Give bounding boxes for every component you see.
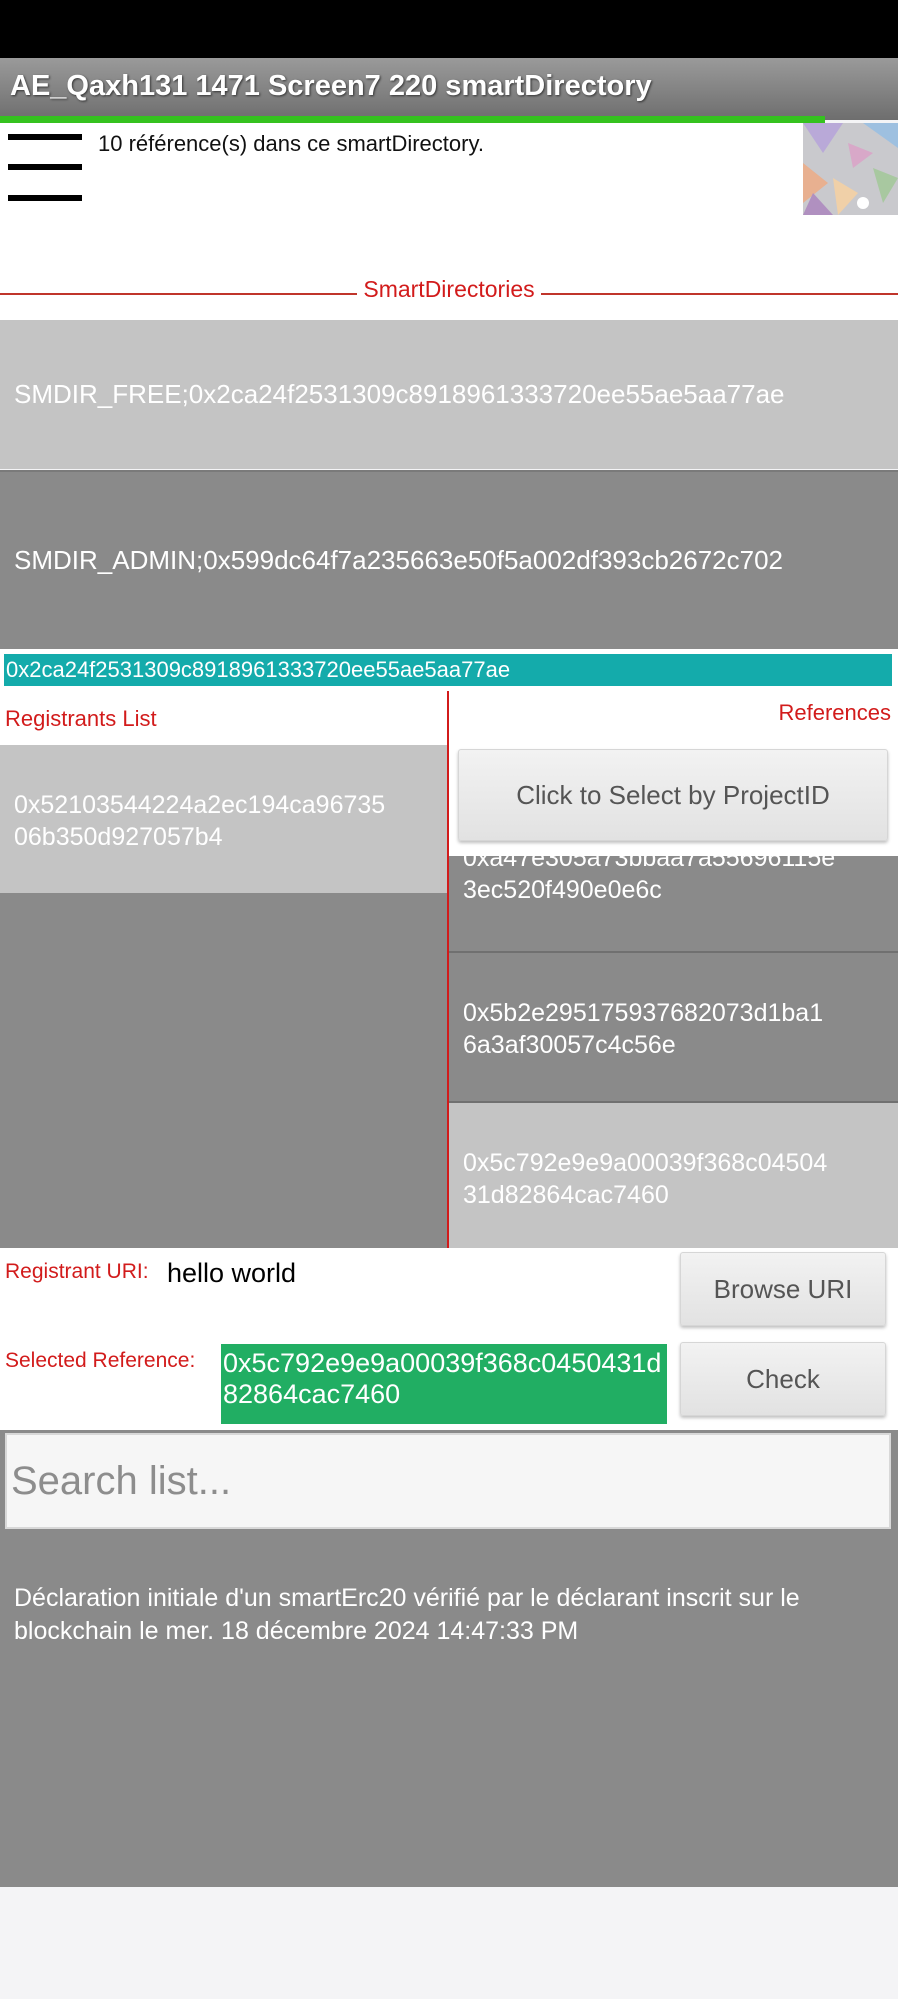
- reference-item[interactable]: 0xa47e305a73bbaa7a55696115e 3ec520f490e0…: [449, 856, 898, 951]
- status-bar: [0, 0, 898, 58]
- app-title: AE_Qaxh131 1471 Screen7 220 smartDirecto…: [10, 70, 652, 102]
- references-title: References: [778, 700, 891, 725]
- reference-count-text: 10 référence(s) dans ce smartDirectory.: [98, 131, 484, 156]
- loading-progress-bar: [0, 116, 825, 123]
- search-input[interactable]: [5, 1433, 891, 1529]
- selected-reference-value: 0x5c792e9e9a00039f368c0450431d82864cac74…: [221, 1344, 667, 1424]
- registrant-uri-value: hello world: [167, 1258, 297, 1288]
- declaration-text: Déclaration initiale d'un smartErc20 vér…: [14, 1584, 800, 1645]
- browse-uri-button[interactable]: Browse URI: [680, 1252, 886, 1326]
- registrants-title: Registrants List: [5, 706, 157, 731]
- select-by-project-button[interactable]: Click to Select by ProjectID: [458, 749, 888, 841]
- reference-item[interactable]: 0x5b2e295175937682073d1ba1 6a3af30057c4c…: [449, 951, 898, 1101]
- registrant-uri-label: Registrant URI:: [5, 1260, 149, 1283]
- check-button[interactable]: Check: [680, 1342, 886, 1416]
- reference-item-label: 0xa47e305a73bbaa7a55696115e 3ec520f490e0…: [463, 856, 836, 904]
- directory-item-free[interactable]: SMDIR_FREE;0x2ca24f2531309c8918961333720…: [0, 320, 898, 469]
- selected-directory-address: 0x2ca24f2531309c8918961333720ee55ae5aa77…: [4, 654, 892, 686]
- section-area: [0, 220, 898, 320]
- directory-item-admin[interactable]: SMDIR_ADMIN;0x599dc64f7a235663e50f5a002d…: [0, 470, 898, 649]
- selected-reference-label: Selected Reference:: [5, 1349, 196, 1372]
- section-title: SmartDirectories: [0, 276, 898, 303]
- reference-item-selected[interactable]: 0x5c792e9e9a00039f368c04504 31d82864cac7…: [449, 1101, 898, 1248]
- menu-icon[interactable]: [8, 134, 82, 204]
- registrant-item[interactable]: 0x52103544224a2ec194ca96735 06b350d92705…: [0, 745, 447, 893]
- app-logo: [803, 123, 898, 215]
- section-title-label: SmartDirectories: [357, 276, 541, 302]
